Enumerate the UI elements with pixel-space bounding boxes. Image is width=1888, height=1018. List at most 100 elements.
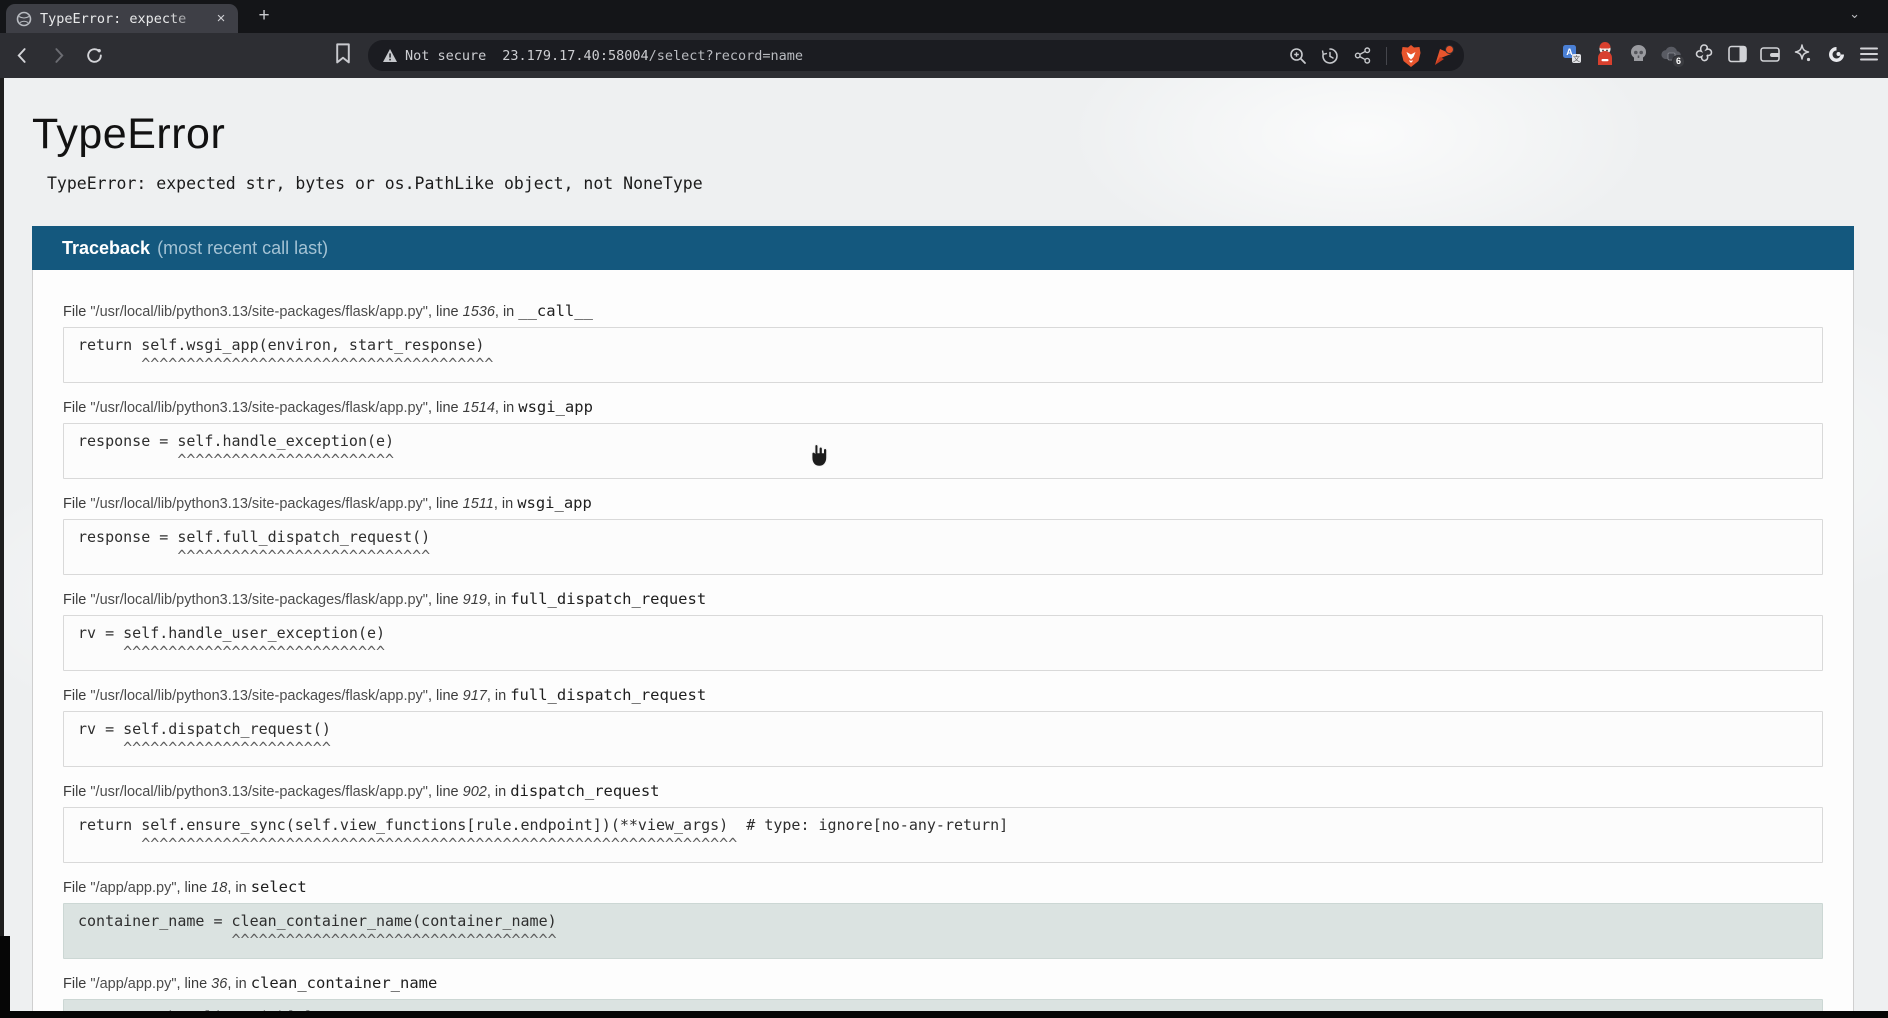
line-number: 1536 xyxy=(463,304,495,320)
forward-icon xyxy=(50,47,67,64)
address-bar[interactable]: Not secure 23.179.17.40:58004/select?rec… xyxy=(368,40,1464,71)
knot-icon xyxy=(1693,43,1715,65)
mascot-extension-button[interactable] xyxy=(1592,41,1618,67)
swirl-g-icon xyxy=(1825,43,1848,66)
sidebar-toggle-button[interactable] xyxy=(1724,41,1750,67)
traceback-frame[interactable]: File "/usr/local/lib/python3.13/site-pac… xyxy=(63,302,1823,383)
function-name: wsgi_app xyxy=(518,398,593,416)
source-code-line: rv = self.dispatch_request() xyxy=(78,720,1808,739)
frame-source-box[interactable]: rv = self.dispatch_request() ^^^^^^^^^^^… xyxy=(63,711,1823,767)
frame-file-line[interactable]: File "/usr/local/lib/python3.13/site-pac… xyxy=(63,590,1823,608)
frame-source-box[interactable]: response = self.handle_exception(e) ^^^^… xyxy=(63,423,1823,479)
frame-file-line[interactable]: File "/app/app.py", line 36, in clean_co… xyxy=(63,974,1823,992)
tab-strip: TypeError: expecte × + ⌄ xyxy=(0,0,1888,33)
traceback-frame[interactable]: File "/app/app.py", line 18, in select c… xyxy=(63,878,1823,959)
frame-file-line[interactable]: File "/usr/local/lib/python3.13/site-pac… xyxy=(63,686,1823,704)
share-button[interactable] xyxy=(1351,45,1373,67)
traceback-frame[interactable]: File "/usr/local/lib/python3.13/site-pac… xyxy=(63,782,1823,863)
leo-ai-button[interactable] xyxy=(1790,41,1816,67)
line-label: , line xyxy=(428,400,463,416)
hamburger-menu-icon xyxy=(1858,45,1880,63)
line-number: 902 xyxy=(463,784,487,800)
source-code-line: response = self.full_dispatch_request() xyxy=(78,528,1808,547)
in-label: , in xyxy=(494,496,517,512)
frame-source-box[interactable]: response = self.full_dispatch_request() … xyxy=(63,519,1823,575)
line-number: 917 xyxy=(463,688,487,704)
swirl-extension-button[interactable] xyxy=(1823,41,1849,67)
frame-file-line[interactable]: File "/usr/local/lib/python3.13/site-pac… xyxy=(63,494,1823,512)
traceback-subtitle: (most recent call last) xyxy=(157,238,328,259)
notification-dot-badge xyxy=(1445,45,1454,54)
window-edge-corner xyxy=(0,936,10,1018)
robot-mascot-icon xyxy=(1594,42,1616,66)
frame-file-line[interactable]: File "/app/app.py", line 18, in select xyxy=(63,878,1823,896)
frame-source-box[interactable]: return self.wsgi_app(environ, start_resp… xyxy=(63,327,1823,383)
brave-rewards-button[interactable] xyxy=(1432,45,1454,67)
line-label: , line xyxy=(177,976,212,992)
frame-source-box[interactable]: rv = self.handle_user_exception(e) ^^^^^… xyxy=(63,615,1823,671)
line-number: 36 xyxy=(211,976,227,992)
extensions-cluster: A 文 xyxy=(1559,41,1882,67)
file-path: "/usr/local/lib/python3.13/site-packages… xyxy=(90,304,428,320)
bookmark-icon xyxy=(334,42,352,66)
caret-underline: ^^^^^^^^^^^^^^^^^^^^^^^^ xyxy=(78,451,1808,470)
dice-cloud-extension-button[interactable]: 6 xyxy=(1658,41,1684,67)
file-label: File xyxy=(63,688,90,704)
source-code-line: return self.wsgi_app(environ, start_resp… xyxy=(78,336,1808,355)
frame-file-line[interactable]: File "/usr/local/lib/python3.13/site-pac… xyxy=(63,782,1823,800)
in-label: , in xyxy=(227,976,250,992)
new-tab-button[interactable]: + xyxy=(252,4,276,28)
brave-lion-icon xyxy=(1400,44,1422,68)
browser-menu-button[interactable] xyxy=(1856,41,1882,67)
browser-tab[interactable]: TypeError: expecte × xyxy=(6,4,238,33)
file-label: File xyxy=(63,304,90,320)
traceback-frame[interactable]: File "/usr/local/lib/python3.13/site-pac… xyxy=(63,494,1823,575)
reload-button[interactable] xyxy=(80,42,108,70)
function-name: clean_container_name xyxy=(251,974,438,992)
back-icon xyxy=(14,47,31,64)
translate-extension-button[interactable]: A 文 xyxy=(1559,41,1585,67)
function-name: __call__ xyxy=(518,302,593,320)
reload-icon xyxy=(85,46,104,65)
caret-underline: ^^^^^^^^^^^^^^^^^^^^^^^^^^^^^ xyxy=(78,643,1808,662)
in-label: , in xyxy=(487,688,510,704)
function-name: dispatch_request xyxy=(510,782,659,800)
source-code-line: response = self.handle_exception(e) xyxy=(78,432,1808,451)
skull-extension-button[interactable] xyxy=(1625,41,1651,67)
line-number: 18 xyxy=(211,880,227,896)
history-clock-icon xyxy=(1320,46,1340,66)
history-button[interactable] xyxy=(1319,45,1341,67)
forward-button[interactable] xyxy=(44,42,72,70)
bookmark-button[interactable] xyxy=(334,42,352,71)
svg-text:文: 文 xyxy=(1573,54,1580,63)
brave-shields-button[interactable] xyxy=(1400,45,1422,67)
frame-source-box[interactable]: return self.ensure_sync(self.view_functi… xyxy=(63,807,1823,863)
traceback-frame[interactable]: File "/usr/local/lib/python3.13/site-pac… xyxy=(63,590,1823,671)
error-title: TypeError xyxy=(32,108,1888,160)
knot-extension-button[interactable] xyxy=(1691,41,1717,67)
zoom-page-button[interactable] xyxy=(1287,45,1309,67)
traceback-frame[interactable]: File "/usr/local/lib/python3.13/site-pac… xyxy=(63,686,1823,767)
traceback-header: Traceback (most recent call last) xyxy=(32,226,1854,270)
traceback-frame[interactable]: File "/usr/local/lib/python3.13/site-pac… xyxy=(63,398,1823,479)
file-label: File xyxy=(63,976,90,992)
file-path: "/usr/local/lib/python3.13/site-packages… xyxy=(90,400,428,416)
line-number: 1511 xyxy=(463,496,494,512)
tab-close-icon[interactable]: × xyxy=(212,10,230,28)
line-label: , line xyxy=(177,880,212,896)
url-host: 23.179.17.40:58004 xyxy=(502,48,648,64)
url-text[interactable]: 23.179.17.40:58004/select?record=name xyxy=(502,48,1287,64)
in-label: , in xyxy=(495,304,518,320)
in-label: , in xyxy=(487,784,510,800)
in-label: , in xyxy=(487,592,510,608)
frame-file-line[interactable]: File "/usr/local/lib/python3.13/site-pac… xyxy=(63,302,1823,320)
in-label: , in xyxy=(495,400,518,416)
tab-search-chevron-icon[interactable]: ⌄ xyxy=(1849,6,1860,22)
file-path: "/usr/local/lib/python3.13/site-packages… xyxy=(90,784,428,800)
frame-file-line[interactable]: File "/usr/local/lib/python3.13/site-pac… xyxy=(63,398,1823,416)
file-label: File xyxy=(63,784,90,800)
frame-source-box[interactable]: container_name = clean_container_name(co… xyxy=(63,903,1823,959)
back-button[interactable] xyxy=(8,42,36,70)
file-path: "/usr/local/lib/python3.13/site-packages… xyxy=(90,592,428,608)
wallet-button[interactable] xyxy=(1757,41,1783,67)
